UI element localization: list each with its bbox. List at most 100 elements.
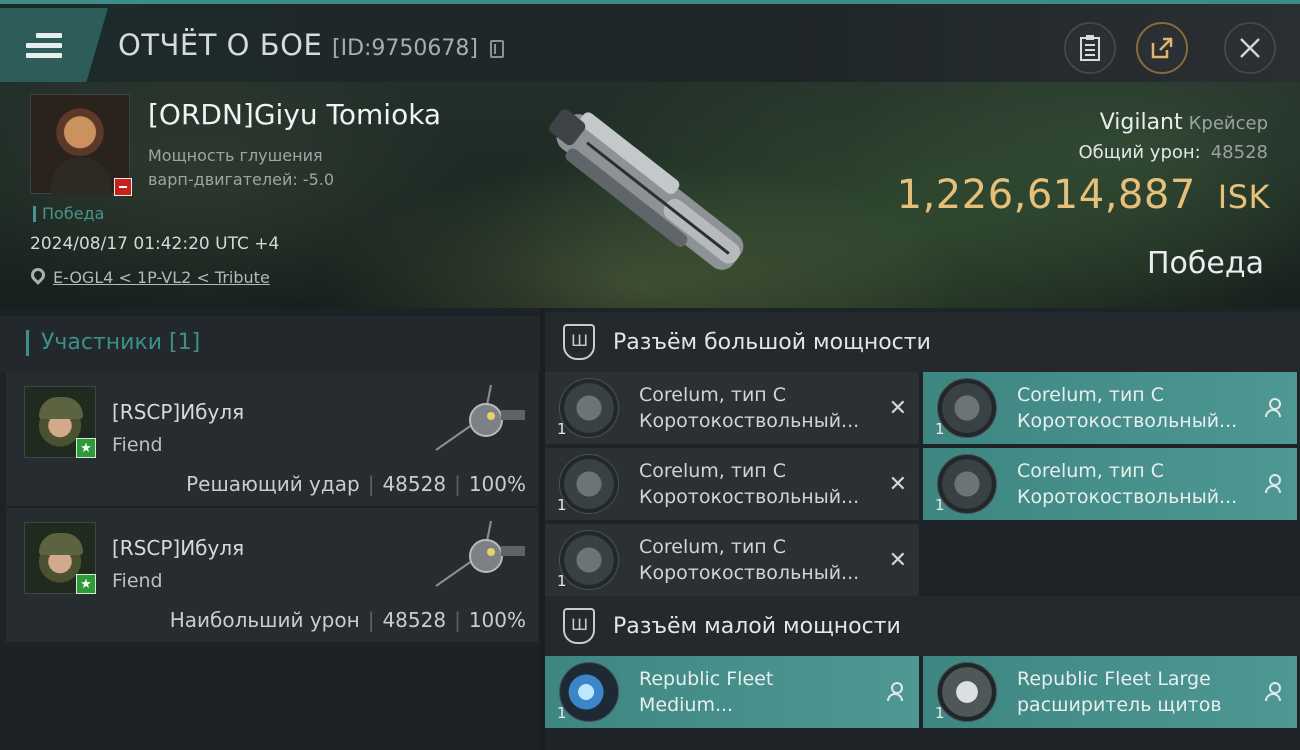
- participant-damage: 48528: [382, 472, 447, 496]
- destroyed-icon: ✕: [888, 472, 907, 497]
- low-slot-header: Разъём малой мощности: [545, 596, 1300, 656]
- victim-name[interactable]: [ORDN]Giyu Tomioka: [148, 98, 441, 131]
- participant-damage: 48528: [382, 608, 447, 632]
- participant-stats: Решающий удар | 48528 | 100%: [186, 472, 526, 496]
- module-qty: 1: [935, 704, 945, 722]
- close-icon: [1240, 38, 1260, 58]
- dropped-user-icon: [887, 682, 903, 702]
- module-item[interactable]: 1 Corelum, тип C Коротокоствольный...: [923, 372, 1297, 444]
- victim-attribute: Мощность глушения варп-двигателей: -5.0: [148, 144, 334, 192]
- kill-header: [ORDN]Giyu Tomioka Мощность глушения вар…: [0, 82, 1300, 308]
- attr-line-1: Мощность глушения: [148, 146, 323, 165]
- attr-line-2: варп-двигателей: -5.0: [148, 170, 335, 189]
- low-slot-title: Разъём малой мощности: [613, 614, 901, 639]
- shield-extender-icon: [937, 662, 997, 722]
- module-subname: Medium...: [639, 694, 734, 716]
- module-name: Corelum, тип C: [1017, 460, 1165, 482]
- turret-icon: [937, 378, 997, 438]
- module-name: Corelum, тип C: [639, 536, 787, 558]
- participant-row[interactable]: ★ [RSCP]Ибуля Fiend Наибольший урон | 4852…: [6, 508, 538, 642]
- module-subname: Коротокоствольный...: [639, 562, 860, 584]
- high-slot-header: Разъём большой мощности: [545, 312, 1300, 372]
- participants-title: Участники [1]: [26, 330, 200, 356]
- module-item[interactable]: 1 Republic Fleet Large расширитель щитов: [923, 656, 1297, 728]
- hostile-badge-icon: [114, 178, 132, 196]
- total-damage-label: Общий урон:: [1078, 142, 1201, 163]
- participant-role: Наибольший урон: [169, 608, 360, 632]
- high-slot-icon: [563, 324, 595, 360]
- module-item[interactable]: 1 Corelum, тип C Коротокоствольный... ✕: [545, 448, 919, 520]
- copy-icon[interactable]: [490, 40, 504, 58]
- turret-icon: [559, 454, 619, 514]
- dropped-user-icon: [1265, 682, 1281, 702]
- turret-icon: [559, 530, 619, 590]
- result-tag: Победа: [33, 206, 104, 222]
- fitting-panel: Разъём большой мощности 1 Corelum, тип C…: [545, 308, 1300, 750]
- armor-module-icon: [559, 662, 619, 722]
- participant-name: [RSCP]Ибуля: [112, 536, 245, 560]
- clipboard-button[interactable]: [1064, 22, 1116, 74]
- low-slot-icon: [563, 608, 595, 644]
- ship-info: Vigilant Крейсер: [1100, 110, 1268, 135]
- menu-button[interactable]: [0, 8, 108, 82]
- participant-ship: Fiend: [112, 434, 163, 456]
- total-damage: Общий урон: 48528: [1078, 142, 1268, 163]
- participant-name: [RSCP]Ибуля: [112, 400, 245, 424]
- participant-role: Решающий удар: [186, 472, 360, 496]
- high-slot-title: Разъём большой мощности: [613, 330, 931, 355]
- module-qty: 1: [935, 496, 945, 514]
- participants-header[interactable]: Участники [1]: [0, 316, 540, 372]
- share-icon: [1151, 37, 1173, 59]
- destroyed-icon: ✕: [888, 396, 907, 421]
- participant-stats: Наибольший урон | 48528 | 100%: [169, 608, 526, 632]
- report-id: [ID:9750678]: [332, 36, 478, 61]
- module-qty: 1: [935, 420, 945, 438]
- clipboard-icon: [1080, 35, 1100, 61]
- module-qty: 1: [557, 572, 567, 590]
- module-subname: расширитель щитов: [1017, 694, 1222, 716]
- turret-icon: [937, 454, 997, 514]
- module-qty: 1: [557, 496, 567, 514]
- top-bar: ОТЧЁТ О БОЕ [ID:9750678]: [0, 0, 1300, 82]
- module-qty: 1: [557, 704, 567, 722]
- module-item[interactable]: 1 Corelum, тип C Коротокоствольный...: [923, 448, 1297, 520]
- isk-value: 1,226,614,887 ISK: [897, 172, 1270, 218]
- dropped-user-icon: [1265, 474, 1281, 494]
- close-button[interactable]: [1224, 22, 1276, 74]
- module-subname: Коротокоствольный...: [639, 486, 860, 508]
- module-subname: Коротокоствольный...: [639, 410, 860, 432]
- module-name: Republic Fleet Large: [1017, 668, 1211, 690]
- turret-icon: [559, 378, 619, 438]
- participant-percent: 100%: [468, 608, 526, 632]
- participants-panel: Участники [1] ★ [RSCP]Ибуля Fiend Решающ…: [0, 308, 540, 750]
- total-damage-value: 48528: [1210, 142, 1268, 163]
- participant-percent: 100%: [468, 472, 526, 496]
- module-name: Corelum, тип C: [639, 384, 787, 406]
- module-item[interactable]: 1 Corelum, тип C Коротокоствольный... ✕: [545, 372, 919, 444]
- participant-row[interactable]: ★ [RSCP]Ибуля Fiend Решающий удар | 48528 |…: [6, 372, 538, 506]
- module-name: Republic Fleet: [639, 668, 774, 690]
- module-subname: Коротокоствольный...: [1017, 410, 1238, 432]
- dropped-user-icon: [1265, 398, 1281, 418]
- location-pin-icon: [28, 265, 48, 285]
- module-item[interactable]: 1 Republic Fleet Medium...: [545, 656, 919, 728]
- star-icon: ★: [76, 574, 96, 594]
- module-qty: 1: [557, 420, 567, 438]
- star-icon: ★: [76, 438, 96, 458]
- participant-ship-image: [435, 520, 525, 587]
- ship-class: Крейсер: [1188, 113, 1268, 134]
- share-button[interactable]: [1136, 22, 1188, 74]
- page-title: ОТЧЁТ О БОЕ: [118, 28, 323, 62]
- module-item[interactable]: 1 Corelum, тип C Коротокоствольный... ✕: [545, 524, 919, 596]
- kill-datetime: 2024/08/17 01:42:20 UTC +4: [30, 234, 280, 254]
- isk-unit: ISK: [1217, 178, 1270, 216]
- ship-image: [549, 109, 744, 270]
- menu-icon: [26, 28, 62, 63]
- destroyed-icon: ✕: [888, 548, 907, 573]
- participant-ship: Fiend: [112, 570, 163, 592]
- outcome-label: Победа: [1147, 246, 1264, 281]
- ship-name[interactable]: Vigilant: [1100, 110, 1183, 135]
- location-link[interactable]: E-OGL4 < 1P-VL2 < Tribute: [53, 268, 270, 287]
- isk-amount: 1,226,614,887: [896, 172, 1196, 218]
- module-name: Corelum, тип C: [1017, 384, 1165, 406]
